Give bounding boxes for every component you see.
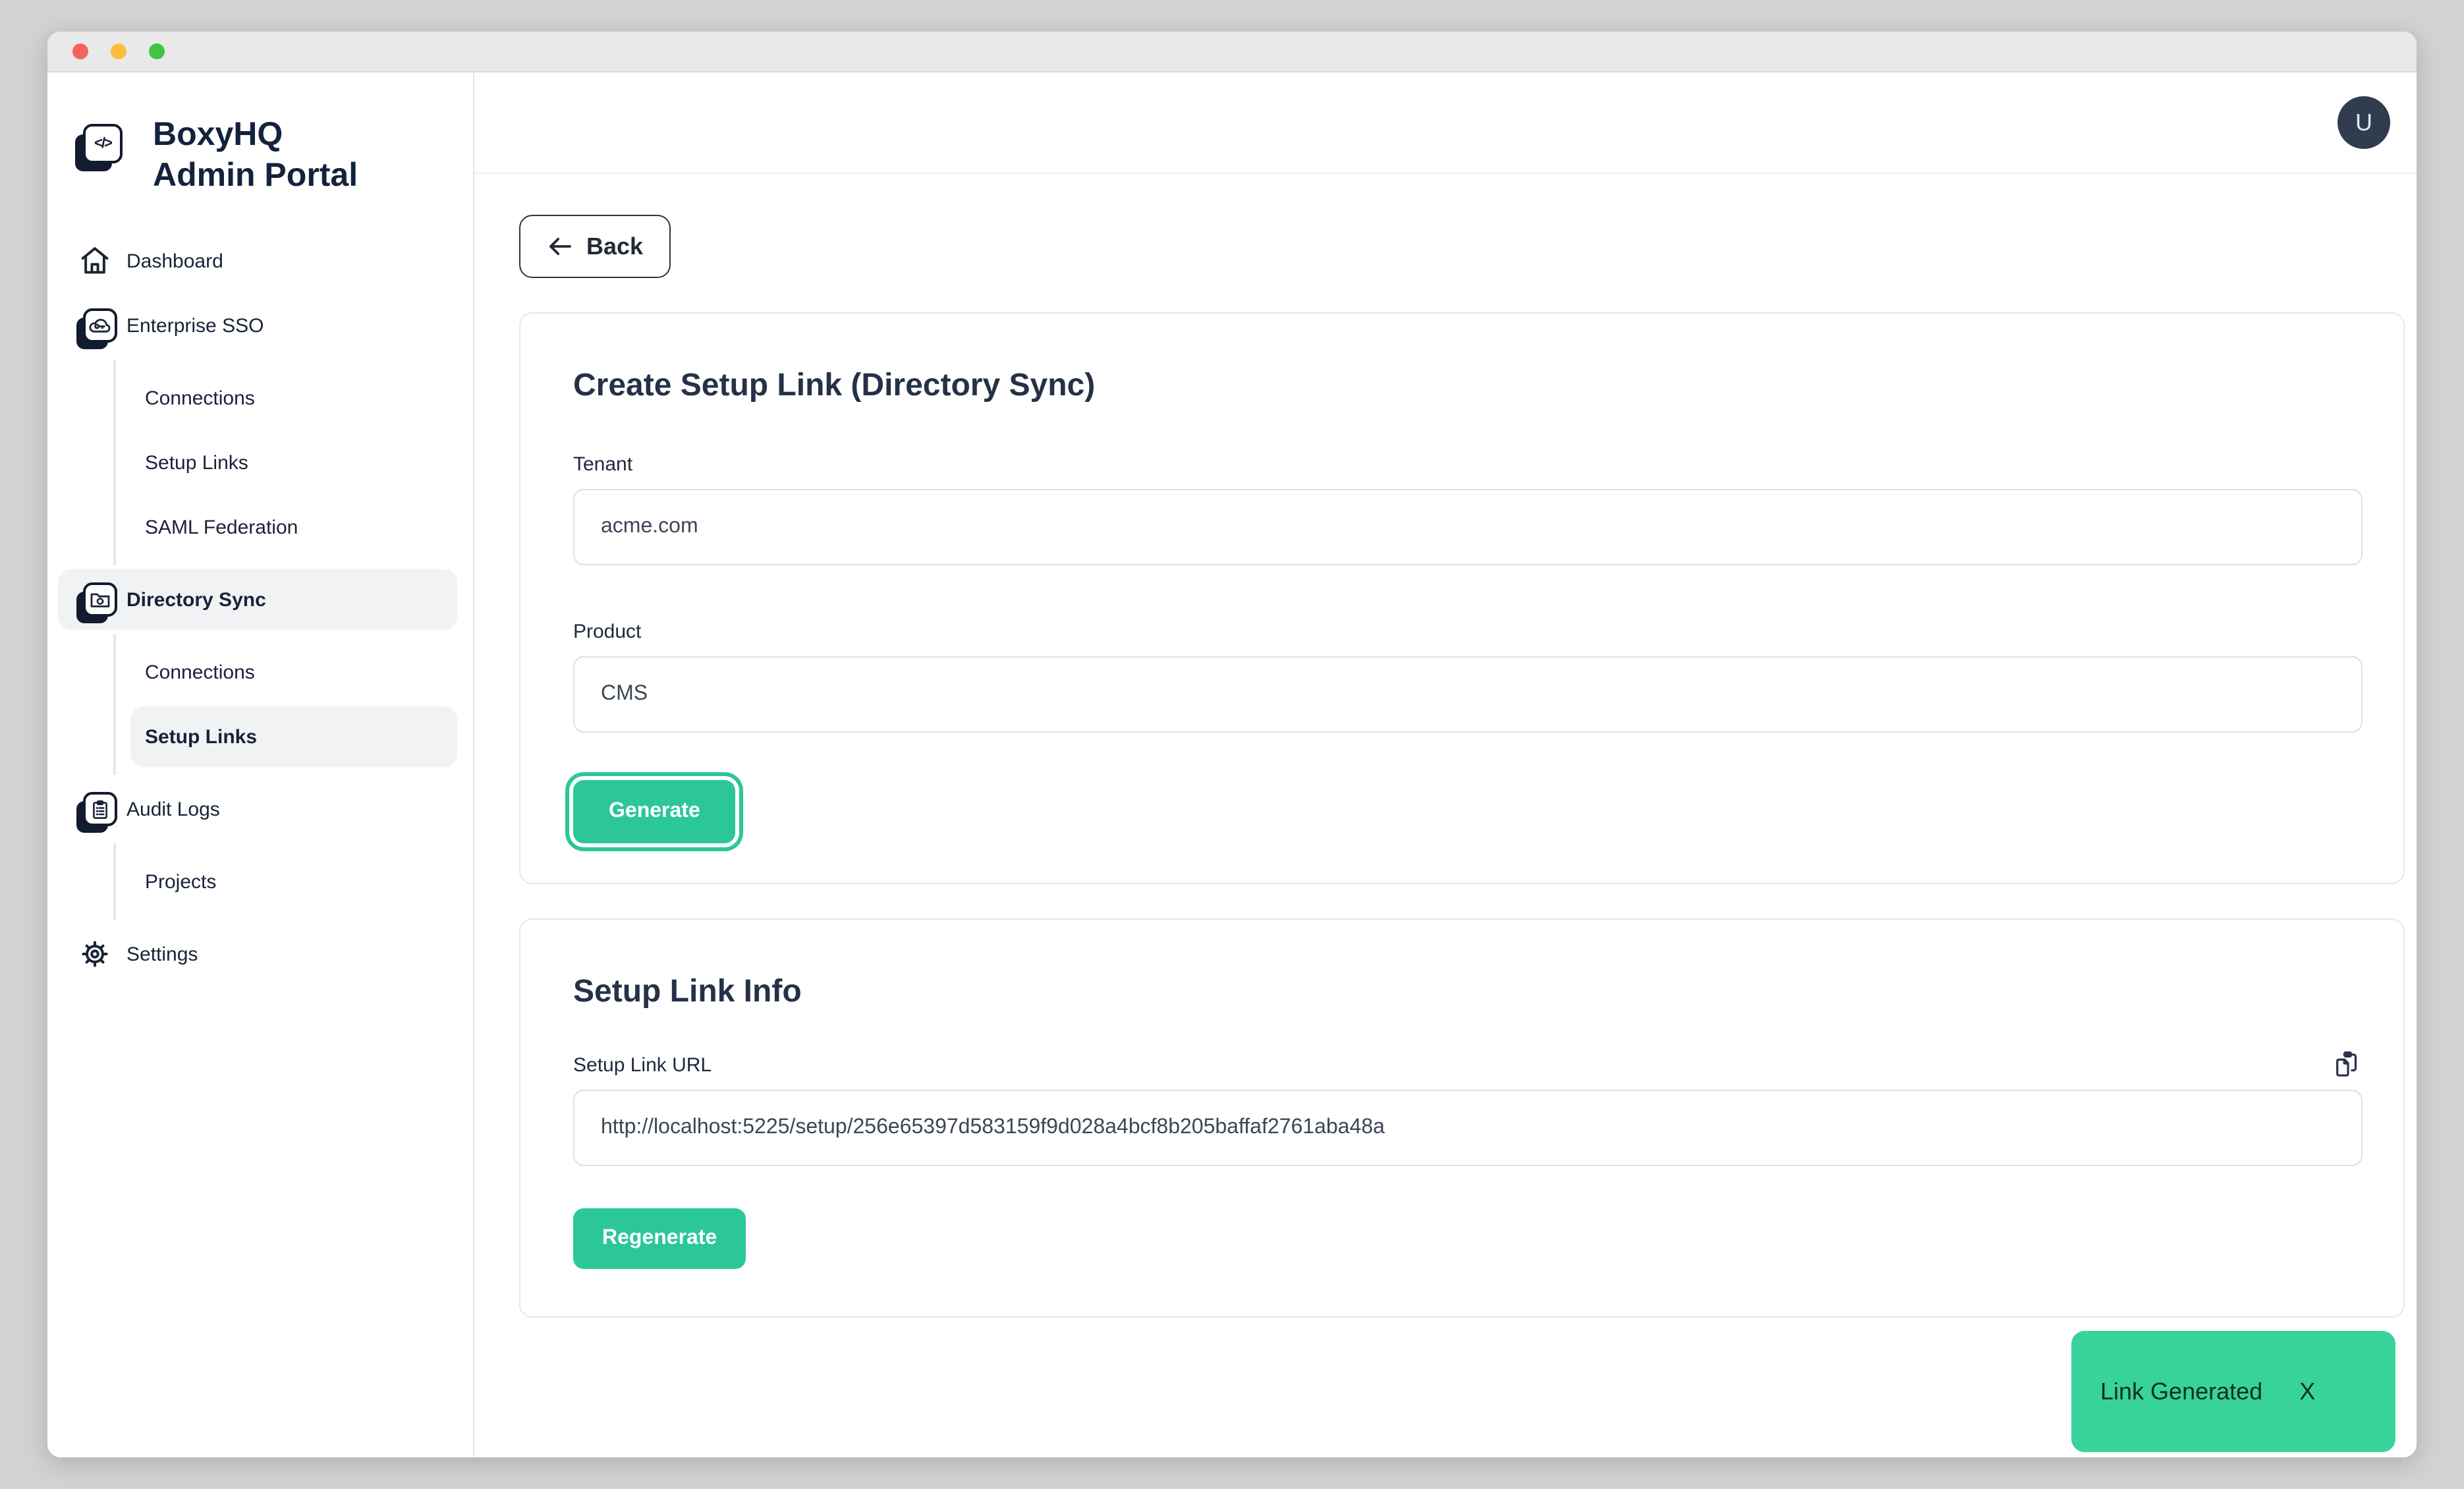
create-card-title: Create Setup Link (Directory Sync)	[573, 366, 2363, 406]
user-avatar[interactable]: U	[2338, 96, 2390, 149]
sidebar-item-audit-logs[interactable]: Audit Logs	[58, 779, 457, 839]
sidebar-item-label: Projects	[145, 870, 216, 893]
audit-clipboard-page-icon	[71, 792, 126, 826]
sidebar-nav: Dashboard Enterprise SSO	[47, 231, 473, 984]
sidebar-item-label: Connections	[145, 661, 255, 683]
maximize-window-icon[interactable]	[149, 43, 165, 59]
tenant-label: Tenant	[573, 451, 2363, 478]
sidebar-item-label: Enterprise SSO	[126, 314, 264, 337]
back-button-label: Back	[586, 233, 643, 260]
info-card-title: Setup Link Info	[573, 972, 2363, 1012]
sidebar: </> BoxyHQ Admin Portal Dashboard	[47, 72, 474, 1457]
gear-icon	[71, 937, 126, 971]
sidebar-item-label: Directory Sync	[126, 588, 266, 611]
sidebar-item-label: Dashboard	[126, 250, 223, 272]
sidebar-item-sso-connections[interactable]: Connections	[130, 368, 457, 428]
sidebar-item-projects[interactable]: Projects	[130, 851, 457, 912]
sidebar-item-label: Connections	[145, 387, 255, 409]
audit-logs-subgroup: Projects	[113, 843, 457, 920]
top-header: U	[474, 72, 2417, 174]
product-label: Product	[573, 618, 2363, 646]
page-content: Back Create Setup Link (Directory Sync) …	[474, 174, 2417, 1457]
sidebar-item-enterprise-sso[interactable]: Enterprise SSO	[58, 295, 457, 356]
arrow-left-icon	[547, 233, 573, 260]
sidebar-item-sso-setup-links[interactable]: Setup Links	[130, 432, 457, 493]
product-input[interactable]	[573, 656, 2363, 733]
sidebar-item-label: SAML Federation	[145, 516, 298, 538]
toast-message: Link Generated	[2100, 1378, 2262, 1405]
setup-link-url-input[interactable]	[573, 1090, 2363, 1166]
sidebar-item-label: Settings	[126, 943, 198, 965]
regenerate-button[interactable]: Regenerate	[573, 1208, 746, 1269]
setup-link-info-card: Setup Link Info Setup Link URL	[519, 918, 2405, 1318]
brand-name: BoxyHQ Admin Portal	[153, 115, 377, 196]
app-window: </> BoxyHQ Admin Portal Dashboard	[47, 32, 2417, 1457]
generate-button[interactable]: Generate	[573, 780, 736, 843]
directory-sync-subgroup: Connections Setup Links	[113, 634, 457, 775]
sidebar-item-ds-setup-links[interactable]: Setup Links	[130, 706, 457, 767]
sidebar-item-label: Setup Links	[145, 725, 257, 748]
home-icon	[71, 244, 126, 278]
sidebar-item-label: Audit Logs	[126, 798, 220, 820]
main-area: U Back Create Setup Link (Directory Sync…	[474, 72, 2417, 1457]
minimize-window-icon[interactable]	[111, 43, 126, 59]
sidebar-item-settings[interactable]: Settings	[58, 924, 457, 984]
sidebar-item-label: Setup Links	[145, 451, 248, 474]
window-titlebar	[47, 32, 2417, 72]
success-toast: Link Generated X	[2071, 1331, 2395, 1452]
sidebar-item-dashboard[interactable]: Dashboard	[58, 231, 457, 291]
toast-close-button[interactable]: X	[2299, 1378, 2315, 1405]
enterprise-sso-subgroup: Connections Setup Links SAML Federation	[113, 360, 457, 565]
sidebar-item-ds-connections[interactable]: Connections	[130, 642, 457, 702]
create-setup-link-card: Create Setup Link (Directory Sync) Tenan…	[519, 312, 2405, 884]
directory-folder-page-icon	[71, 582, 126, 617]
close-window-icon[interactable]	[72, 43, 88, 59]
tenant-input[interactable]	[573, 489, 2363, 565]
sso-cloud-key-page-icon	[71, 308, 126, 343]
boxyhq-logo-icon: </>	[83, 124, 123, 163]
back-button[interactable]: Back	[519, 215, 671, 278]
copy-clipboard-icon	[2332, 1049, 2363, 1079]
sidebar-item-saml-federation[interactable]: SAML Federation	[130, 497, 457, 557]
setup-link-url-label: Setup Link URL	[573, 1052, 712, 1079]
sidebar-item-directory-sync[interactable]: Directory Sync	[58, 569, 457, 630]
brand[interactable]: </> BoxyHQ Admin Portal	[47, 115, 473, 196]
copy-url-button[interactable]	[2332, 1049, 2363, 1079]
